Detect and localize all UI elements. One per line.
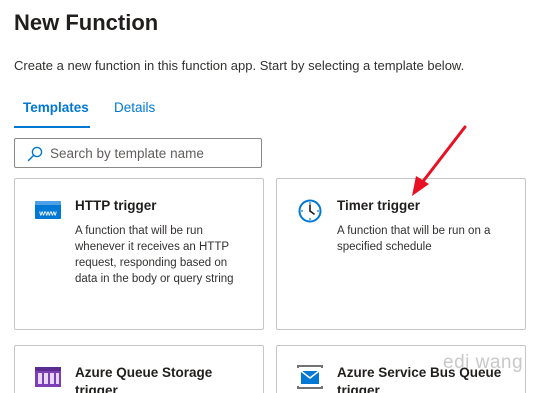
page-title: New Function <box>14 10 159 35</box>
http-www-icon: www <box>35 201 61 219</box>
active-tab-indicator <box>14 126 90 128</box>
template-description: A function that will be run on a specifi… <box>337 225 491 253</box>
page-subtitle: Create a new function in this function a… <box>14 58 465 73</box>
annotation-arrow-icon <box>412 125 467 196</box>
template-title: HTTP trigger <box>75 198 157 213</box>
search-input[interactable] <box>50 144 255 163</box>
template-card-timer-trigger[interactable]: Timer trigger A function that will be ru… <box>276 178 526 330</box>
template-card-queue-storage-trigger[interactable]: Azure Queue Storage trigger <box>14 345 264 393</box>
template-card-http-trigger[interactable]: www HTTP trigger A function that will be… <box>14 178 264 330</box>
clock-icon <box>298 199 322 223</box>
tab-details[interactable]: Details <box>114 100 155 115</box>
search-icon <box>27 146 43 162</box>
queue-storage-icon <box>35 367 61 387</box>
template-description: A function that will be run whenever it … <box>75 225 234 285</box>
tab-templates[interactable]: Templates <box>23 100 89 115</box>
http-www-icon-label: www <box>38 209 57 218</box>
template-title: Azure Queue Storage trigger <box>75 365 213 393</box>
watermark-text: edi wang <box>443 352 524 373</box>
service-bus-icon <box>297 365 323 389</box>
search-box[interactable] <box>14 138 262 168</box>
